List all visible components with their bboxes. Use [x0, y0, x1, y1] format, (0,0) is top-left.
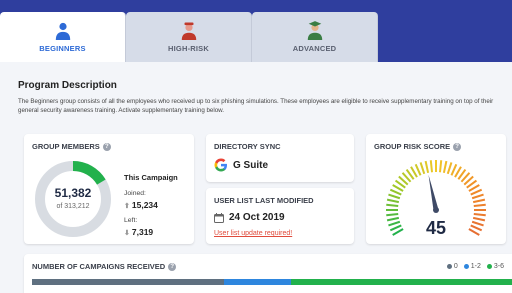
google-g-icon	[214, 158, 227, 172]
directory-sync-value: G Suite	[233, 159, 269, 171]
gauge-tick	[470, 188, 483, 196]
gauge-tick	[438, 160, 443, 173]
directory-sync-card: DIRECTORY SYNC G Suite	[206, 134, 354, 182]
campaigns-card: NUMBER OF CAMPAIGNS RECEIVED ? 0 1-2 3-6	[24, 254, 512, 293]
advanced-person-icon	[307, 21, 322, 40]
user-list-date: 24 Oct 2019	[229, 212, 285, 223]
tab-label: HIGH-RISK	[168, 44, 209, 53]
gauge-tick	[471, 193, 484, 200]
program-description: The Beginners group consists of all the …	[18, 98, 494, 114]
campaigns-bar	[32, 279, 512, 285]
left-label: Left:	[124, 217, 138, 224]
members-total: of 313,212	[56, 203, 90, 210]
joined-label: Joined:	[124, 190, 146, 197]
gauge-tick	[472, 198, 486, 204]
gauge-tick	[424, 160, 430, 174]
left-number: 7,319	[131, 227, 154, 237]
joined-value: ⬆ 15,234	[124, 200, 158, 210]
arrow-up-icon: ⬆	[124, 203, 130, 210]
tab-beginners[interactable]: BEGINNERS	[0, 12, 126, 62]
legend-label: 3-6	[493, 263, 504, 270]
campaigns-bar-segment	[291, 279, 512, 285]
group-panel: Program Description The Beginners group …	[0, 62, 512, 293]
help-icon[interactable]: ?	[102, 142, 111, 151]
arrow-down-icon: ⬇	[124, 230, 130, 237]
directory-sync-title: DIRECTORY SYNC	[214, 142, 281, 151]
group-risk-title: GROUP RISK SCORE	[374, 142, 451, 151]
legend-item: 1-2	[463, 263, 481, 270]
calendar-icon	[214, 212, 224, 223]
left-value: ⬇ 7,319	[124, 227, 153, 237]
gauge-tick	[473, 212, 486, 217]
beginner-person-icon	[55, 22, 70, 40]
help-icon[interactable]: ?	[168, 262, 177, 271]
gauge-tick	[442, 160, 448, 174]
campaigns-bar-segment	[32, 279, 224, 285]
gauge-tick	[389, 188, 402, 196]
legend-item: 3-6	[486, 263, 504, 270]
members-count: 51,382	[54, 186, 92, 200]
gauge-needle	[428, 174, 439, 211]
risk-score-value: 45	[425, 218, 447, 238]
group-risk-card: GROUP RISK SCORE ? 45	[366, 134, 506, 244]
this-campaign-label: This Campaign	[124, 173, 178, 182]
group-members-card: GROUP MEMBERS ? 51,382 of 313,212 This C…	[24, 134, 194, 244]
legend-label: 0	[453, 263, 458, 270]
help-icon[interactable]: ?	[453, 142, 462, 151]
user-list-update-link[interactable]: User list update required!	[214, 230, 292, 237]
gauge-hub	[433, 207, 439, 213]
user-list-card: USER LIST LAST MODIFIED 24 Oct 2019 User…	[206, 188, 354, 244]
tab-high-risk[interactable]: HIGH-RISK	[126, 12, 252, 62]
gauge-tick	[429, 160, 434, 173]
legend-dot	[486, 264, 492, 269]
tab-label: BEGINNERS	[39, 44, 86, 53]
gauge-tick	[473, 203, 486, 208]
joined-number: 15,234	[131, 200, 158, 210]
gauge-tick	[386, 212, 399, 217]
tab-label: ADVANCED	[292, 44, 337, 53]
campaigns-title: NUMBER OF CAMPAIGNS RECEIVED	[32, 262, 166, 271]
gauge-tick	[386, 198, 400, 204]
group-tabs: BEGINNERS HIGH-RISK ADVANCED	[0, 12, 378, 62]
gauge-tick	[419, 162, 426, 175]
legend-dot	[463, 264, 469, 269]
legend-item: 0	[446, 263, 458, 270]
campaigns-bar-segment	[224, 279, 292, 285]
gauge-tick	[386, 203, 399, 208]
group-members-title: GROUP MEMBERS	[32, 142, 100, 151]
user-list-title: USER LIST LAST MODIFIED	[214, 196, 314, 205]
gauge-tick	[446, 162, 453, 175]
campaigns-legend: 0 1-2 3-6	[446, 263, 504, 270]
program-title: Program Description	[18, 80, 117, 91]
gauge-tick	[450, 163, 458, 176]
legend-label: 1-2	[470, 263, 481, 270]
gauge-tick	[388, 193, 401, 200]
legend-dot	[446, 264, 452, 269]
gauge-tick	[414, 163, 422, 176]
high-risk-person-icon	[181, 22, 196, 40]
tab-advanced[interactable]: ADVANCED	[252, 12, 378, 62]
